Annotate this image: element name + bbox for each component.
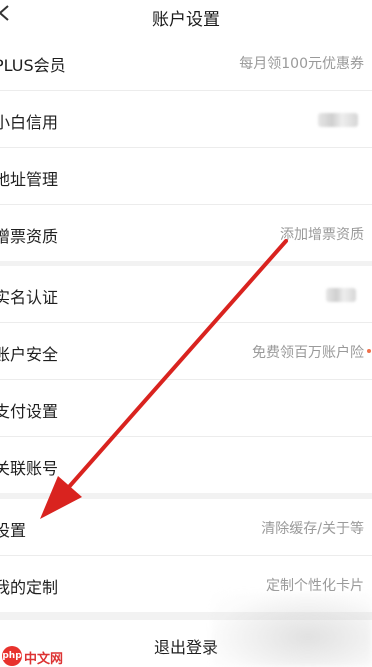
watermark-logo-icon: php <box>2 646 22 666</box>
row-address[interactable]: 地址管理 <box>0 148 372 204</box>
row-account-security[interactable]: 账户安全 免费领百万账户险 <box>0 323 372 379</box>
row-payment[interactable]: 支付设置 <box>0 380 372 436</box>
row-invoice[interactable]: 增票资质 添加增票资质 <box>0 205 372 261</box>
row-value: 添加增票资质 <box>280 227 364 243</box>
row-real-name[interactable]: 实名认证 <box>0 266 372 322</box>
row-label: 账户安全 <box>0 345 59 364</box>
row-settings[interactable]: 设置 清除缓存/关于等 <box>0 499 372 555</box>
watermark-smudge <box>212 592 372 667</box>
row-linked-accounts[interactable]: 关联账号 <box>0 437 372 493</box>
page-title: 账户设置 <box>152 10 220 30</box>
row-label: 实名认证 <box>0 288 59 307</box>
row-label: 关联账号 <box>0 459 59 478</box>
watermark-text: 中文网 <box>24 652 64 667</box>
row-value: 免费领百万账户险 <box>252 345 364 361</box>
row-label: 地址管理 <box>0 170 59 189</box>
row-value: 每月领100元优惠券 <box>239 56 364 72</box>
row-label: PLUS会员 <box>0 56 66 75</box>
blurred-value <box>326 288 356 302</box>
row-label: 小白信用 <box>0 113 59 132</box>
row-value: 清除缓存/关于等 <box>261 521 364 537</box>
row-label: 设置 <box>0 521 27 540</box>
row-label: 增票资质 <box>0 227 59 246</box>
blurred-value <box>318 113 358 127</box>
notification-dot <box>367 349 371 353</box>
header: 账户设置 <box>0 0 372 34</box>
row-plus-member[interactable]: PLUS会员 每月领100元优惠券 <box>0 34 372 90</box>
row-label: 支付设置 <box>0 402 59 421</box>
row-credit[interactable]: 小白信用 <box>0 91 372 147</box>
row-label: 我的定制 <box>0 578 59 597</box>
